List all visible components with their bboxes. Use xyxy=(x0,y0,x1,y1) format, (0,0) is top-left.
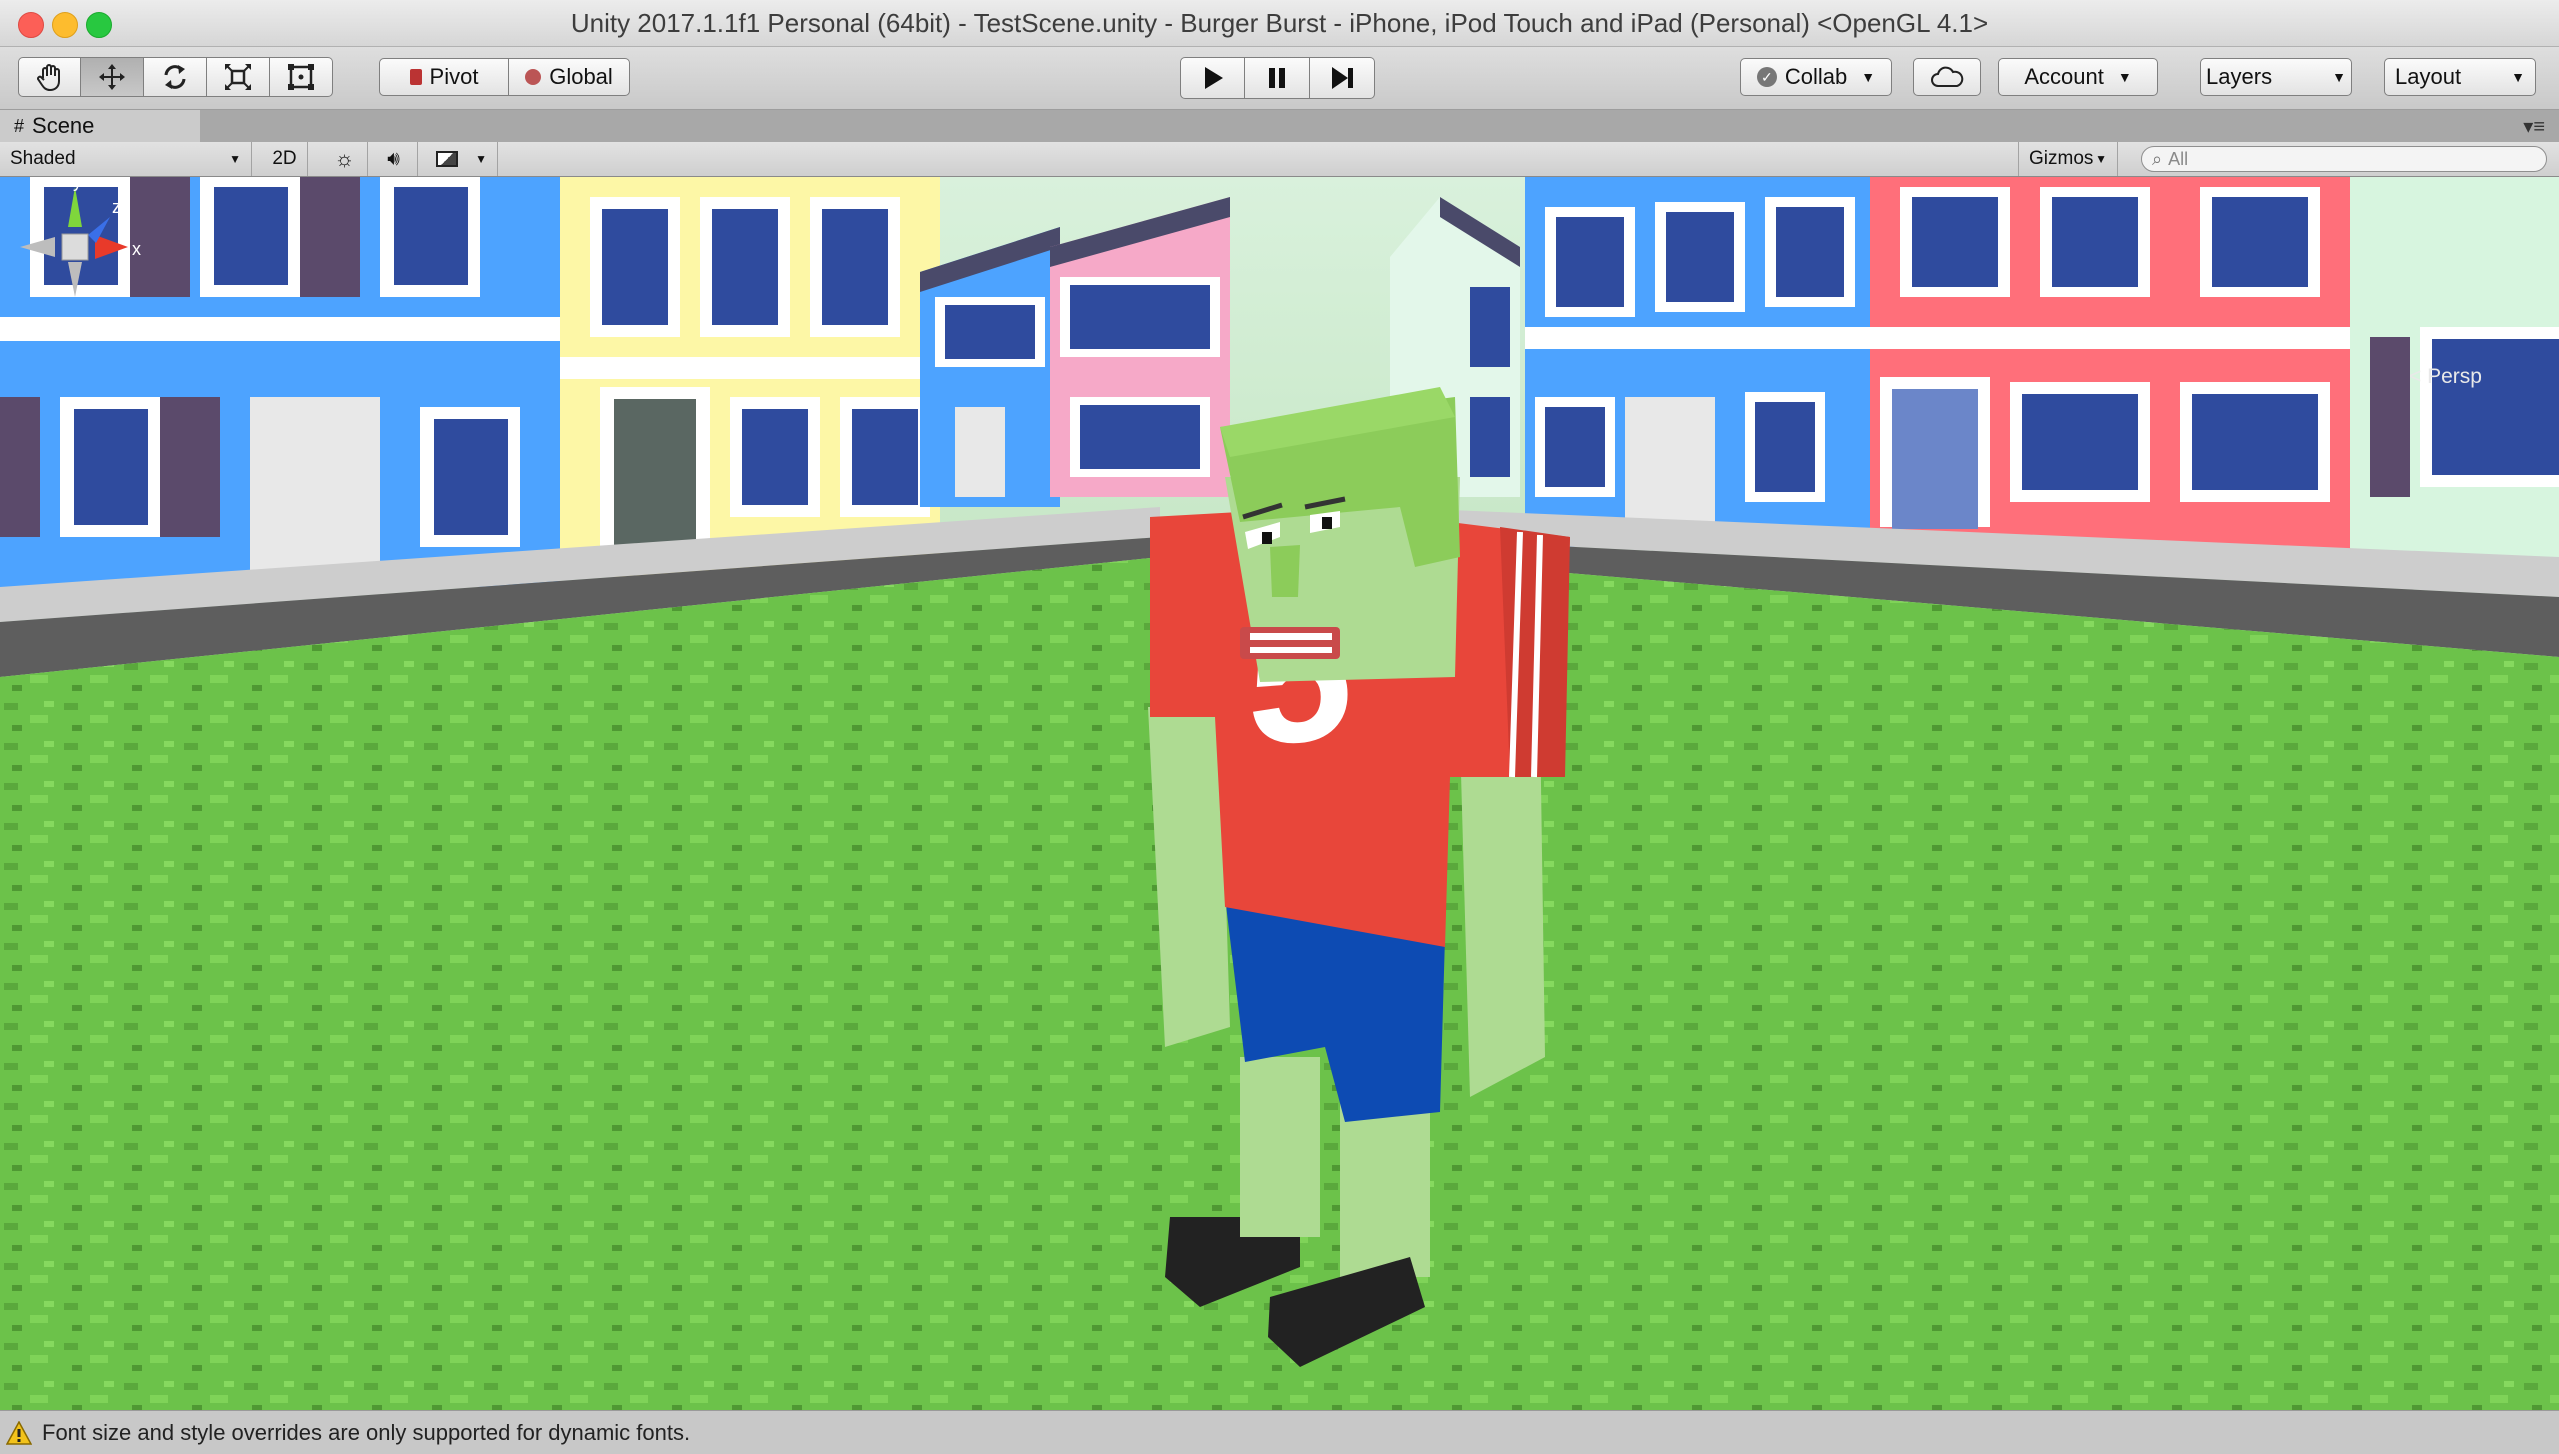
chevron-down-icon: ▼ xyxy=(2511,69,2525,85)
gizmos-label: Gizmos xyxy=(2029,148,2094,169)
speaker-icon: 🔊︎ xyxy=(387,147,400,170)
scale-icon xyxy=(225,64,251,90)
rotate-tool-button[interactable] xyxy=(144,57,207,97)
orientation-gizmo[interactable]: y z x xyxy=(0,177,150,307)
unity-editor-window: Unity 2017.1.1f1 Personal (64bit) - Test… xyxy=(0,0,2559,1454)
gizmo-neg-y-cone xyxy=(68,262,82,297)
collab-dropdown[interactable]: ✓ Collab ▼ xyxy=(1740,58,1892,96)
house-far-blue xyxy=(920,227,1060,507)
warning-icon xyxy=(6,1421,32,1445)
hand-icon xyxy=(36,64,60,92)
shading-mode-label: Shaded xyxy=(10,148,76,169)
scene-render: 5 xyxy=(0,177,2559,1410)
projection-toggle[interactable]: < Persp xyxy=(2409,365,2482,389)
main-toolbar: Pivot Global ✓ Collab ▼ Account ▼ Layers… xyxy=(0,47,2559,110)
cloud-services-button[interactable] xyxy=(1913,58,1981,96)
chevron-down-icon: ▼ xyxy=(229,152,241,166)
scene-effects-dropdown[interactable]: ▼ xyxy=(426,142,498,176)
sun-icon: ☼ xyxy=(334,146,355,171)
search-placeholder: All xyxy=(2168,148,2189,169)
scale-tool-button[interactable] xyxy=(207,57,270,97)
gizmo-center-cube xyxy=(61,233,89,261)
status-message: Font size and style overrides are only s… xyxy=(42,1420,691,1445)
house-far-pink xyxy=(1050,197,1230,497)
scene-tab-label: Scene xyxy=(32,113,95,138)
hand-tool-button[interactable] xyxy=(18,57,81,97)
scene-viewport[interactable]: 5 xyxy=(0,177,2559,1410)
gizmo-z-label: z xyxy=(112,197,121,217)
pivot-label: Pivot xyxy=(429,64,479,89)
house-red-right xyxy=(1870,177,2390,557)
play-button[interactable] xyxy=(1180,57,1245,99)
house-yellow xyxy=(560,177,940,577)
search-icon: ⌕ xyxy=(2152,148,2163,169)
global-label: Global xyxy=(549,64,613,89)
tab-menu-icon[interactable]: ▾≡ xyxy=(2523,114,2545,139)
image-icon xyxy=(436,151,458,167)
tab-scene[interactable]: # Scene xyxy=(0,110,200,142)
scene-view-toolbar: Shaded ▼ 2D ☼ 🔊︎ ▼ Gizmos ▼ ⌕ All xyxy=(0,142,2559,177)
rotate-icon xyxy=(164,65,186,89)
chevron-down-icon: ▼ xyxy=(2095,152,2107,166)
rect-tool-button[interactable] xyxy=(270,57,333,97)
chevron-down-icon: ▼ xyxy=(475,152,487,166)
house-blue-right xyxy=(1525,177,1885,547)
global-toggle-button[interactable]: Global xyxy=(508,58,630,96)
gizmo-y-cone xyxy=(68,187,82,227)
play-icon xyxy=(1204,67,1223,89)
pause-button[interactable] xyxy=(1245,57,1310,99)
collab-label: Collab xyxy=(1784,64,1848,89)
globe-icon xyxy=(525,69,542,85)
pivot-toggle-button[interactable]: Pivot xyxy=(379,58,509,96)
chevron-down-icon: ▼ xyxy=(2332,69,2346,85)
scene-grid-icon: # xyxy=(14,115,25,136)
mode-2d-toggle[interactable]: 2D xyxy=(262,142,308,176)
account-label: Account xyxy=(2024,64,2104,89)
mode-2d-label: 2D xyxy=(272,148,297,169)
window-title: Unity 2017.1.1f1 Personal (64bit) - Test… xyxy=(570,8,1989,38)
gizmo-x-cone xyxy=(95,235,128,259)
title-bar: Unity 2017.1.1f1 Personal (64bit) - Test… xyxy=(0,0,2559,47)
account-dropdown[interactable]: Account ▼ xyxy=(1998,58,2158,96)
transform-tools xyxy=(18,57,333,97)
gizmo-x-label: x xyxy=(132,239,141,259)
layers-label: Layers xyxy=(2206,64,2273,89)
chevron-down-icon: ▼ xyxy=(1861,69,1876,85)
checkmark-icon: ✓ xyxy=(1756,67,1777,87)
layout-label: Layout xyxy=(2395,64,2462,89)
gizmo-neg-x-cone xyxy=(20,237,55,257)
shading-mode-dropdown[interactable]: Shaded ▼ xyxy=(0,142,252,176)
step-button[interactable] xyxy=(1310,57,1375,99)
layers-dropdown[interactable]: Layers ▼ xyxy=(2200,58,2352,96)
gizmos-dropdown[interactable]: Gizmos ▼ xyxy=(2018,142,2118,176)
step-icon xyxy=(1332,67,1353,89)
scene-lighting-toggle[interactable]: ☼ xyxy=(322,142,368,176)
scene-search-input[interactable]: ⌕ All xyxy=(2141,146,2547,172)
pause-icon xyxy=(1269,68,1285,88)
playmode-controls xyxy=(1180,57,1375,99)
chevron-down-icon: ▼ xyxy=(2117,69,2132,85)
cloud-icon xyxy=(1931,66,1964,87)
move-icon xyxy=(99,64,125,90)
move-tool-button[interactable] xyxy=(81,57,144,97)
console-status-bar[interactable]: Font size and style overrides are only s… xyxy=(0,1410,2559,1454)
gizmo-y-label: y xyxy=(73,177,82,191)
scene-audio-toggle[interactable]: 🔊︎ xyxy=(370,142,418,176)
layout-dropdown[interactable]: Layout ▼ xyxy=(2384,58,2536,96)
scene-tab-row: # Scene ▾≡ xyxy=(0,110,2559,142)
pivot-icon xyxy=(409,69,422,85)
rect-transform-icon xyxy=(288,64,314,90)
